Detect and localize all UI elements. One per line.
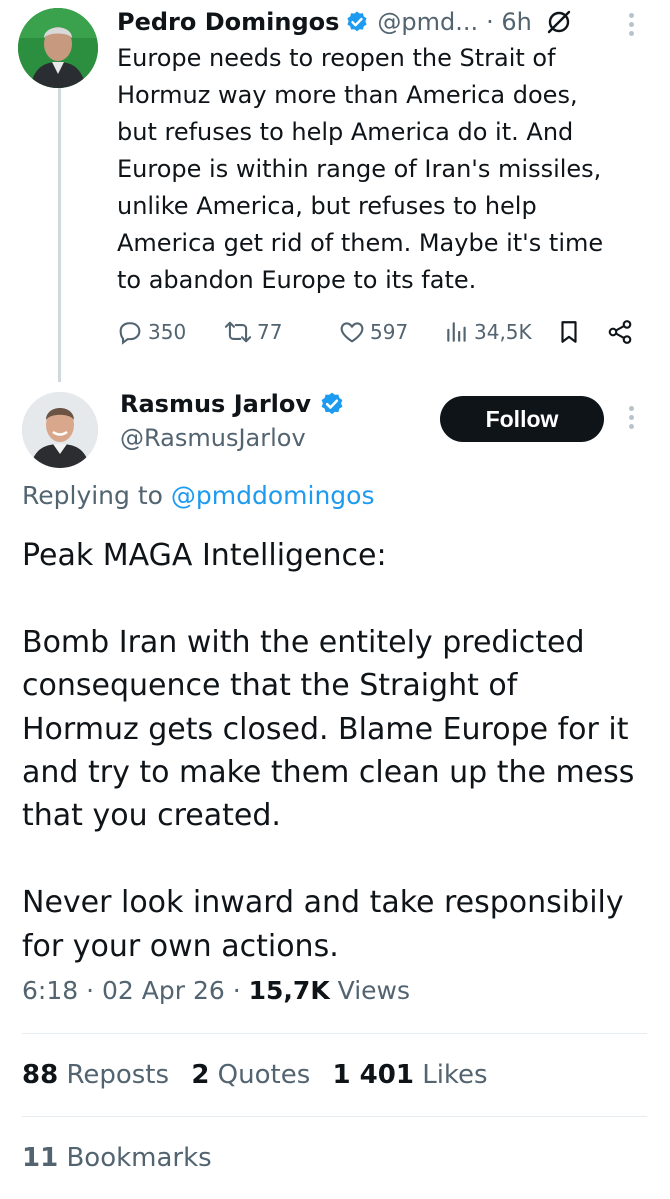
views-count: 15,7K	[248, 976, 330, 1005]
bookmarks-label: Bookmarks	[66, 1143, 212, 1173]
separator: ·	[232, 976, 241, 1005]
reply-icon	[116, 318, 144, 346]
like-count: 597	[370, 320, 409, 344]
author-name[interactable]: Rasmus Jarlov	[120, 390, 311, 418]
views-count: 34,5K	[474, 320, 532, 344]
like-icon	[338, 318, 366, 346]
author-handle[interactable]: @RasmusJarlov	[120, 424, 306, 452]
quotes-stat[interactable]: 2 Quotes	[191, 1060, 310, 1090]
follow-button[interactable]: Follow	[440, 396, 604, 442]
divider	[22, 1116, 647, 1117]
avatar-photo	[18, 8, 98, 88]
thread-connector-line	[58, 82, 61, 382]
more-icon[interactable]	[626, 406, 636, 429]
avatar[interactable]	[18, 8, 98, 88]
views-icon	[444, 319, 470, 345]
reposts-label: Reposts	[66, 1060, 170, 1090]
replying-to-label: Replying to	[22, 481, 171, 510]
tweet-text: Europe needs to reopen the Strait of Hor…	[117, 44, 604, 294]
likes-count: 1 401	[332, 1060, 414, 1090]
avatar[interactable]	[22, 392, 98, 468]
avatar-photo	[22, 392, 98, 468]
divider	[22, 1033, 647, 1034]
repost-count: 77	[257, 320, 283, 344]
views-label: Views	[337, 976, 411, 1005]
more-icon[interactable]	[626, 13, 636, 36]
separator: ·	[86, 976, 95, 1005]
bookmarks-stat[interactable]: 11 Bookmarks	[22, 1143, 212, 1173]
grok-icon[interactable]	[546, 9, 572, 35]
verified-badge-icon	[345, 10, 369, 34]
share-button[interactable]	[606, 314, 634, 350]
replying-to: Replying to @pmddomingos	[22, 481, 374, 510]
tweet-date[interactable]: 02 Apr 26	[102, 976, 225, 1005]
verified-badge-icon	[319, 391, 345, 417]
like-button[interactable]: 597	[338, 314, 408, 350]
tweet-meta: 6:18 · 02 Apr 26 · 15,7K Views	[22, 976, 410, 1005]
bookmark-button[interactable]	[556, 314, 582, 350]
quotes-label: Quotes	[217, 1060, 311, 1090]
share-icon	[606, 318, 634, 346]
author-handle[interactable]: @pmd...	[377, 8, 478, 36]
reposts-count: 88	[22, 1060, 59, 1090]
likes-label: Likes	[422, 1060, 488, 1090]
quotes-count: 2	[191, 1060, 210, 1090]
views-button[interactable]: 34,5K	[444, 314, 532, 350]
replying-to-handle[interactable]: @pmddomingos	[171, 481, 375, 510]
reply-button[interactable]: 350	[116, 314, 186, 350]
likes-stat[interactable]: 1 401 Likes	[333, 1060, 488, 1090]
repost-button[interactable]: 77	[223, 314, 282, 350]
bookmarks-count: 11	[22, 1143, 59, 1173]
tweet-time[interactable]: 6:18	[22, 976, 78, 1005]
tweet-time[interactable]: · 6h	[486, 8, 532, 36]
repost-icon	[223, 318, 253, 346]
reposts-stat[interactable]: 88 Reposts	[22, 1060, 169, 1090]
reply-count: 350	[148, 320, 187, 344]
action-bar: 350 77 597 34,5K	[116, 314, 646, 350]
author-name[interactable]: Pedro Domingos	[117, 8, 339, 36]
tweet-text: Peak MAGA Intelligence: Bomb Iran with t…	[22, 538, 635, 964]
bookmark-icon	[556, 318, 582, 346]
engagement-stats: 88 Reposts 2 Quotes 1 401 Likes	[22, 1060, 488, 1090]
